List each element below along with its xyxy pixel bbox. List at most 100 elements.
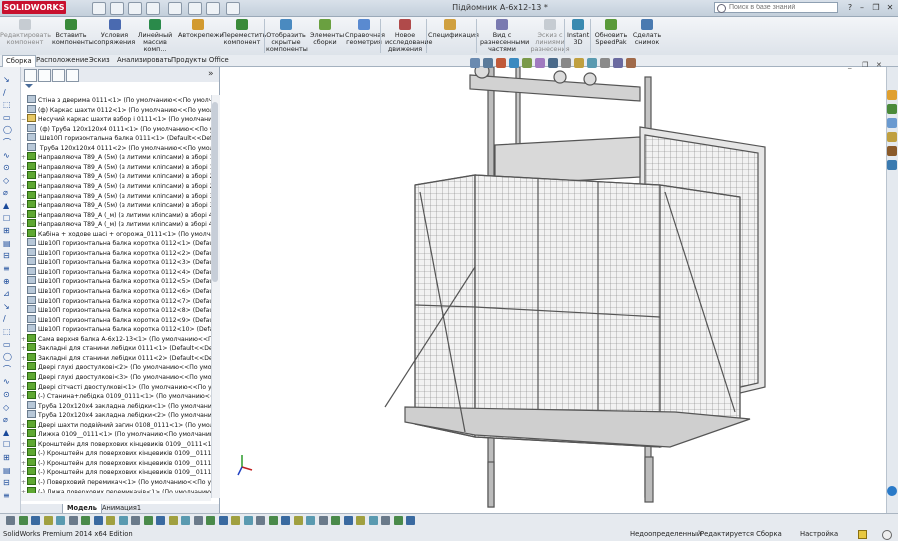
ribbon-button-15[interactable]: Сделать снимок [632, 17, 662, 55]
sketch-tool-icon[interactable]: ▲ [3, 202, 15, 210]
property-tool-icon[interactable] [18, 516, 28, 525]
options-icon[interactable] [226, 2, 240, 15]
property-tool-icon[interactable] [406, 516, 415, 525]
sketch-tool-icon[interactable]: ⊙ [3, 391, 15, 399]
sketch-tool-icon[interactable]: ⊟ [3, 479, 15, 487]
tree-item[interactable]: + Направляюча T89_A (5м) (з литими кліпса… [21, 180, 211, 191]
tree-item[interactable]: + (-) Поверховий перемикач<1> (По умолчан… [21, 477, 211, 487]
view-tool-icon[interactable] [522, 58, 532, 68]
search-icon[interactable] [717, 4, 726, 13]
property-tool-icon[interactable] [131, 516, 140, 525]
solidworks-logo[interactable]: SOLIDWORKS [2, 1, 66, 14]
tree-item[interactable]: + Лижка 0109__0111<1> (По умолчанию<По ум… [21, 429, 211, 439]
sketch-tool-icon[interactable]: ⌀ [3, 189, 15, 197]
tree-item[interactable]: + Двері шахти подвійний загин 0108_0111<1… [21, 419, 211, 430]
view-tool-icon[interactable] [587, 58, 597, 68]
tree-item[interactable]: + Направляюча T89_A (_м) (з литими кліпса… [21, 219, 211, 229]
command-tab-1[interactable]: Расположение [33, 55, 91, 66]
sketch-tool-icon[interactable]: ∿ [3, 151, 15, 159]
tree-item[interactable]: Шв10П горизонтальна балка коротка 0112<1… [21, 324, 211, 334]
new-document-icon[interactable] [92, 2, 106, 15]
tree-item[interactable]: + Двері глухі двостулкові<3> (По умолчани… [21, 371, 211, 382]
view-tool-icon[interactable] [535, 58, 545, 68]
sketch-tool-icon[interactable]: ▤ [3, 239, 15, 247]
units-custom[interactable]: Настройка [800, 530, 838, 538]
undo-icon[interactable] [168, 2, 182, 15]
property-tool-icon[interactable] [318, 516, 328, 525]
sketch-tool-icon[interactable]: ∕ [3, 315, 15, 323]
tree-item[interactable]: + Двері сітчасті двостулкові<1> (По умолч… [21, 381, 211, 392]
viewport-minimize-icon[interactable]: _ [848, 61, 852, 69]
restore-icon[interactable]: ❐ [870, 2, 882, 13]
tree-horizontal-scrollbar[interactable] [21, 493, 211, 501]
task-pane-icon[interactable] [887, 132, 897, 142]
ribbon-button-10[interactable]: Спецификация [428, 17, 479, 55]
tree-item[interactable]: Шв10П горизонтальна балка коротка 0112<6… [21, 286, 211, 296]
expand-panel-icon[interactable]: » [208, 69, 214, 79]
open-icon[interactable] [110, 2, 124, 15]
tree-item[interactable]: − Несучий каркас шахти взбор і 0111<1> (П… [21, 114, 211, 124]
tree-item[interactable]: Стіна з дверима 0111<1> (По умолчанию<<П… [21, 95, 211, 105]
sketch-tool-icon[interactable]: ◇ [3, 176, 15, 184]
search-input[interactable] [714, 2, 838, 13]
tree-item[interactable]: + Направляюча T89_A (5м) (з литими кліпса… [21, 190, 211, 201]
tree-item[interactable]: + Направляюча T89_A (5м) (з литими кліпса… [21, 171, 211, 181]
tree-item[interactable]: Шв10П горизонтальна балка коротка 0112<4… [21, 266, 211, 277]
sketch-tool-icon[interactable]: ▤ [3, 466, 15, 474]
feature-tree-tab-icon[interactable] [24, 69, 37, 82]
tree-item[interactable]: + Закладні для станини лебідки 0111<1> (D… [21, 343, 211, 353]
tree-item[interactable]: Шв10П горизонтальна балка коротка 0112<5… [21, 276, 211, 286]
property-tool-icon[interactable] [56, 516, 65, 525]
rebuild-status-icon[interactable] [858, 530, 867, 539]
tree-item[interactable]: Шв10П горизонтальна балка коротка 0112<9… [21, 314, 211, 325]
view-tool-icon[interactable] [496, 58, 506, 68]
tree-item[interactable]: Труба 120х120х4 закладна лебідки<2> (По … [21, 410, 211, 420]
sketch-tool-icon[interactable]: ⌒ [3, 365, 15, 373]
sketch-tool-icon[interactable]: ◇ [3, 403, 15, 411]
ribbon-button-13[interactable]: Instant 3D [567, 17, 589, 55]
ribbon-button-1[interactable]: Вставить компоненты [52, 17, 94, 55]
property-tool-icon[interactable] [193, 516, 203, 525]
help-status-icon[interactable] [882, 530, 892, 540]
property-tool-icon[interactable] [356, 516, 365, 525]
sketch-tool-icon[interactable]: ◯ [3, 353, 15, 361]
property-tool-icon[interactable] [293, 516, 303, 525]
tree-item[interactable]: (ф) Труба 120х120х4 0111<1> (По умолчани… [21, 123, 211, 134]
minimize-icon[interactable]: – [856, 2, 868, 13]
sketch-tool-icon[interactable]: ≡ [3, 491, 15, 499]
chat-bubble-icon[interactable] [887, 486, 897, 496]
viewport-close-icon[interactable]: ✕ [876, 61, 882, 69]
tree-item[interactable]: Шв10П горизонтальна балка коротка 0112<8… [21, 305, 211, 315]
tree-item[interactable]: + (-) Кронштейн для поверхових кінцевиків… [21, 457, 211, 468]
sketch-tool-icon[interactable]: ⌀ [3, 416, 15, 424]
sketch-tool-icon[interactable]: ⊿ [3, 290, 15, 298]
ribbon-button-11[interactable]: Вид с разнесенными частями [480, 17, 529, 55]
sketch-tool-icon[interactable]: ⊞ [3, 227, 15, 235]
sketch-tool-icon[interactable]: ▭ [3, 113, 15, 121]
command-tab-3[interactable]: Анализировать [114, 55, 175, 66]
command-tab-4[interactable]: Продукты Office [168, 55, 232, 66]
view-tool-icon[interactable] [470, 58, 480, 68]
sketch-tool-icon[interactable]: ⊟ [3, 252, 15, 260]
property-tool-icon[interactable] [118, 516, 128, 525]
ribbon-button-6[interactable]: Отобразить скрытые компоненты [266, 17, 308, 55]
property-tool-icon[interactable] [368, 516, 378, 525]
view-tool-icon[interactable] [561, 58, 571, 68]
property-tool-icon[interactable] [281, 516, 290, 525]
ribbon-button-9[interactable]: Новое исследование движения [385, 17, 432, 55]
tree-item[interactable]: Шв10П горизонтальна балка коротка 0112<3… [21, 257, 211, 267]
sketch-tool-icon[interactable]: ⊞ [3, 454, 15, 462]
tree-item[interactable]: Труба 120х120х4 0111<2> (По умолчанию<<П… [21, 142, 211, 153]
select-icon[interactable] [188, 2, 202, 15]
command-tab-0[interactable]: Сборка [2, 55, 36, 67]
property-tool-icon[interactable] [306, 516, 315, 525]
print-icon[interactable] [146, 2, 160, 15]
view-tool-icon[interactable] [509, 58, 519, 68]
property-tool-icon[interactable] [43, 516, 53, 525]
property-tool-icon[interactable] [243, 516, 253, 525]
property-tool-icon[interactable] [68, 516, 78, 525]
property-tool-icon[interactable] [168, 516, 178, 525]
tree-item[interactable]: Шв10П горизонтальна балка коротка 0112<2… [21, 247, 211, 258]
ribbon-button-0[interactable]: Редактировать компонент [0, 17, 51, 55]
help-icon[interactable]: ? [844, 2, 856, 13]
